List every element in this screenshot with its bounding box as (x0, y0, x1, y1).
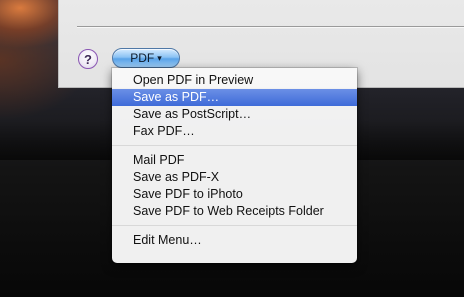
menu-separator (112, 140, 357, 152)
menu-item-save-pdf-to-iphoto[interactable]: Save PDF to iPhoto (112, 186, 357, 203)
menu-separator (112, 220, 357, 232)
menu-item-save-as-pdf-x[interactable]: Save as PDF-X (112, 169, 357, 186)
menu-item-fax-pdf[interactable]: Fax PDF… (112, 123, 357, 140)
pdf-button-label: PDF (130, 51, 155, 65)
pdf-dropdown-menu: Open PDF in Preview Save as PDF… Save as… (112, 68, 357, 263)
menu-item-mail-pdf[interactable]: Mail PDF (112, 152, 357, 169)
menu-item-save-as-pdf[interactable]: Save as PDF… (112, 89, 357, 106)
help-icon: ? (84, 51, 92, 67)
caret-down-icon: ▾ (157, 52, 162, 63)
menu-item-save-pdf-to-web-receipts[interactable]: Save PDF to Web Receipts Folder (112, 203, 357, 220)
pdf-menu-button[interactable]: PDF ▾ (112, 48, 180, 68)
menu-item-open-pdf-in-preview[interactable]: Open PDF in Preview (112, 72, 357, 89)
help-button[interactable]: ? (78, 49, 98, 69)
menu-item-edit-menu[interactable]: Edit Menu… (112, 232, 357, 249)
dialog-separator (77, 26, 464, 27)
menu-item-save-as-postscript[interactable]: Save as PostScript… (112, 106, 357, 123)
